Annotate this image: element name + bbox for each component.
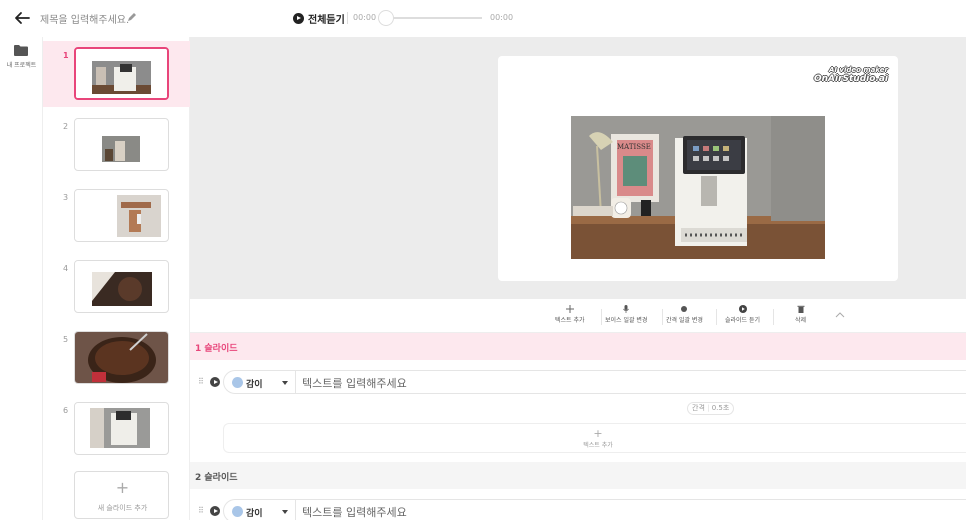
trash-icon [797, 305, 805, 313]
add-slide-label: 새 슬라이드 추가 [97, 504, 148, 512]
slide-thumbnail[interactable] [74, 260, 169, 313]
plus-icon: + [115, 478, 130, 497]
script-row: ⠿ 감이 텍스트를 입력해주세요 [190, 498, 966, 520]
pencil-icon[interactable] [126, 11, 138, 23]
my-projects-label[interactable]: 내 프로젝트 [0, 60, 43, 69]
slide-item-2[interactable]: 2 [43, 112, 190, 178]
slide-thumbnail[interactable] [74, 118, 169, 171]
play-all-label: 전체듣기 [308, 15, 345, 26]
slide-section-header: 2 슬라이드 [190, 462, 966, 489]
caret-down-icon[interactable] [282, 381, 288, 385]
play-all-button[interactable]: 전체듣기 [293, 11, 345, 26]
preview-area: AI video maker OnAirStudio.ai MATISSE [190, 37, 966, 299]
slide-number: 6 [63, 406, 69, 415]
current-time: 00:00 [353, 13, 377, 22]
script-text-input[interactable]: 텍스트를 입력해주세요 [302, 504, 407, 520]
play-icon[interactable] [210, 506, 220, 516]
play-icon [293, 13, 304, 24]
slide-item-3[interactable]: 3 [43, 183, 190, 249]
left-nav: 내 프로젝트 [0, 37, 43, 520]
plus-icon: + [593, 427, 603, 440]
section-title: 2 슬라이드 [195, 473, 238, 483]
slide-item-1[interactable]: 1 [43, 41, 190, 107]
voice-selector[interactable]: 감이 [246, 506, 263, 519]
voice-avatar-icon [232, 506, 243, 517]
folder-icon[interactable] [14, 45, 28, 56]
slide-number: 1 [63, 51, 69, 60]
slide-thumbnail[interactable] [74, 331, 169, 384]
interval-dot-icon [681, 306, 688, 312]
slide-toolbar: 텍스트 추가 보이스 일괄 변경 간격 일괄 변경 슬라이드 듣기 삭제 [190, 299, 966, 333]
top-bar: 제목을 입력해주세요. 전체듣기 00:00 00:00 [0, 0, 966, 37]
add-text-label: 텍스트 추가 [583, 442, 613, 449]
add-slide-button[interactable]: + 새 슬라이드 추가 [74, 471, 169, 519]
slide-list: 1 2 3 4 5 6 + 새 슬라이드 추가 [43, 37, 190, 520]
voice-bulk-change-button[interactable]: 보이스 일괄 변경 [605, 305, 647, 324]
slide-number: 3 [63, 193, 69, 202]
divider [773, 309, 774, 325]
chevron-up-icon[interactable] [835, 310, 845, 320]
slide-number: 2 [63, 122, 69, 131]
script-text-input[interactable]: 텍스트를 입력해주세요 [302, 375, 407, 391]
slide-thumbnail[interactable] [74, 402, 169, 455]
back-arrow-icon[interactable] [12, 8, 32, 28]
slide-item-6[interactable]: 6 [43, 396, 190, 462]
script-editor: 1 슬라이드 ⠿ 감이 텍스트를 입력해주세요 간격 | 0.5초 + 텍스트 … [190, 333, 966, 520]
slide-number: 5 [63, 335, 69, 344]
delete-button[interactable]: 삭제 [795, 305, 806, 324]
interval-badge[interactable]: 간격 | 0.5초 [687, 402, 735, 415]
script-row-box: 감이 텍스트를 입력해주세요 [223, 499, 966, 520]
slide-thumbnail[interactable] [74, 47, 169, 100]
playback-slider-knob[interactable] [378, 10, 394, 26]
microphone-icon [623, 305, 630, 313]
script-row: ⠿ 감이 텍스트를 입력해주세요 [190, 369, 966, 395]
divider [662, 309, 663, 325]
slide-section-header: 1 슬라이드 [190, 333, 966, 360]
slide-thumbnail[interactable] [74, 189, 169, 242]
play-circle-icon [738, 305, 747, 313]
voice-avatar-icon [232, 377, 243, 388]
slide-image: MATISSE [571, 116, 825, 259]
script-row-box: 감이 텍스트를 입력해주세요 [223, 370, 966, 394]
watermark-logo: AI video maker OnAirStudio.ai [813, 66, 888, 84]
add-text-button[interactable]: 텍스트 추가 [555, 305, 585, 324]
section-title: 1 슬라이드 [195, 344, 238, 354]
slide-item-4[interactable]: 4 [43, 254, 190, 320]
interval-bulk-change-button[interactable]: 간격 일괄 변경 [666, 305, 703, 324]
slide-item-5[interactable]: 5 [43, 325, 190, 391]
divider [347, 12, 348, 24]
divider [295, 500, 296, 520]
plus-icon [565, 305, 574, 313]
total-time: 00:00 [490, 13, 514, 22]
playback-slider-track[interactable] [382, 17, 482, 19]
caret-down-icon[interactable] [282, 510, 288, 514]
svg-text:MATISSE: MATISSE [617, 143, 651, 151]
add-text-row-button[interactable]: + 텍스트 추가 [223, 423, 966, 453]
voice-selector[interactable]: 감이 [246, 377, 263, 390]
divider [716, 309, 717, 325]
slide-canvas[interactable]: AI video maker OnAirStudio.ai MATISSE [498, 56, 898, 281]
slide-number: 4 [63, 264, 69, 273]
play-icon[interactable] [210, 377, 220, 387]
project-title-input[interactable]: 제목을 입력해주세요. [40, 11, 129, 26]
drag-handle-icon[interactable]: ⠿ [198, 377, 204, 386]
divider [601, 309, 602, 325]
slide-listen-button[interactable]: 슬라이드 듣기 [725, 305, 760, 324]
drag-handle-icon[interactable]: ⠿ [198, 506, 204, 515]
divider [295, 371, 296, 393]
